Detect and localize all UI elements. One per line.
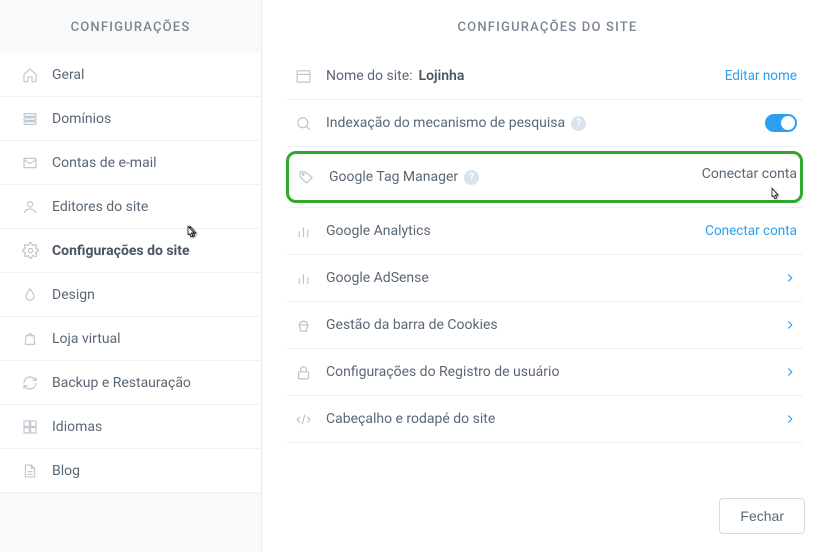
sidebar-item-label: Domínios xyxy=(52,111,241,127)
search-icon xyxy=(292,112,314,134)
sidebar-item-label: Configurações do site xyxy=(52,243,241,259)
adsense-label: Google AdSense xyxy=(326,270,783,286)
bag-icon xyxy=(20,329,40,349)
tag-icon xyxy=(295,166,317,188)
sidebar-item-site-settings[interactable]: Configurações do site xyxy=(0,229,261,273)
chevron-right-icon xyxy=(783,365,797,379)
sidebar-item-email[interactable]: Contas de e-mail xyxy=(0,141,261,185)
sidebar-item-domains[interactable]: Domínios xyxy=(0,97,261,141)
search-indexing-toggle[interactable] xyxy=(765,114,797,132)
grid-icon xyxy=(20,417,40,437)
sidebar-item-design[interactable]: Design xyxy=(0,273,261,317)
mail-icon xyxy=(20,153,40,173)
row-user-registration[interactable]: Configurações do Registro de usuário xyxy=(286,349,803,396)
row-adsense[interactable]: Google AdSense xyxy=(286,255,803,302)
stack-icon xyxy=(20,109,40,129)
document-icon xyxy=(20,461,40,481)
sidebar-item-store[interactable]: Loja virtual xyxy=(0,317,261,361)
cookies-label: Gestão da barra de Cookies xyxy=(326,317,783,333)
sidebar: CONFIGURAÇÕES Geral Domínios Contas de e… xyxy=(0,0,262,552)
footer: Fechar xyxy=(262,480,833,552)
site-name-prefix: Nome do site: xyxy=(326,68,413,84)
sidebar-title: CONFIGURAÇÕES xyxy=(0,0,261,53)
sidebar-item-label: Geral xyxy=(52,67,241,83)
site-name-label: Nome do site: Lojinha xyxy=(326,68,725,84)
sidebar-item-label: Backup e Restauração xyxy=(52,375,241,391)
user-icon xyxy=(20,197,40,217)
chevron-right-icon xyxy=(783,271,797,285)
main-panel: CONFIGURAÇÕES DO SITE Nome do site: Loji… xyxy=(262,0,833,552)
sidebar-item-label: Idiomas xyxy=(52,419,241,435)
ga-connect-link[interactable]: Conectar conta xyxy=(705,223,797,239)
sidebar-item-label: Loja virtual xyxy=(52,331,241,347)
help-icon[interactable]: ? xyxy=(464,170,479,185)
sidebar-item-label: Design xyxy=(52,287,241,303)
lock-icon xyxy=(292,361,314,383)
row-search-indexing: Indexação do mecanismo de pesquisa ? xyxy=(286,100,803,147)
row-site-name: Nome do site: Lojinha Editar nome xyxy=(286,53,803,100)
sidebar-item-label: Blog xyxy=(52,463,241,479)
droplet-icon xyxy=(20,285,40,305)
help-icon[interactable]: ? xyxy=(571,116,586,131)
chevron-right-icon xyxy=(783,412,797,426)
search-indexing-label: Indexação do mecanismo de pesquisa ? xyxy=(326,115,765,131)
chart-bar-icon xyxy=(292,267,314,289)
sidebar-item-label: Editores do site xyxy=(52,199,241,215)
gtm-connect-link[interactable]: Conectar conta xyxy=(702,166,797,182)
close-button[interactable]: Fechar xyxy=(719,498,805,534)
sidebar-item-general[interactable]: Geral xyxy=(0,53,261,97)
sidebar-item-languages[interactable]: Idiomas xyxy=(0,405,261,449)
row-header-footer[interactable]: Cabeçalho e rodapé do site xyxy=(286,396,803,443)
browser-icon xyxy=(292,65,314,87)
ga-label: Google Analytics xyxy=(326,223,705,239)
sidebar-item-blog[interactable]: Blog xyxy=(0,449,261,493)
user-reg-label: Configurações do Registro de usuário xyxy=(326,364,783,380)
chevron-right-icon xyxy=(783,318,797,332)
sidebar-item-editors[interactable]: Editores do site xyxy=(0,185,261,229)
refresh-icon xyxy=(20,373,40,393)
edit-name-link[interactable]: Editar nome xyxy=(725,68,797,84)
chart-bar-icon xyxy=(292,220,314,242)
home-icon xyxy=(20,65,40,85)
code-icon xyxy=(292,408,314,430)
sidebar-item-backup[interactable]: Backup e Restauração xyxy=(0,361,261,405)
settings-rows: Nome do site: Lojinha Editar nome Indexa… xyxy=(262,53,833,443)
gear-icon xyxy=(20,241,40,261)
header-footer-label: Cabeçalho e rodapé do site xyxy=(326,411,783,427)
site-name-value: Lojinha xyxy=(419,68,465,84)
main-title: CONFIGURAÇÕES DO SITE xyxy=(262,0,833,53)
row-cookies[interactable]: Gestão da barra de Cookies xyxy=(286,302,803,349)
cupcake-icon xyxy=(292,314,314,336)
sidebar-item-label: Contas de e-mail xyxy=(52,155,241,171)
row-gtm-action: Google Analytics Conectar conta xyxy=(286,207,803,255)
